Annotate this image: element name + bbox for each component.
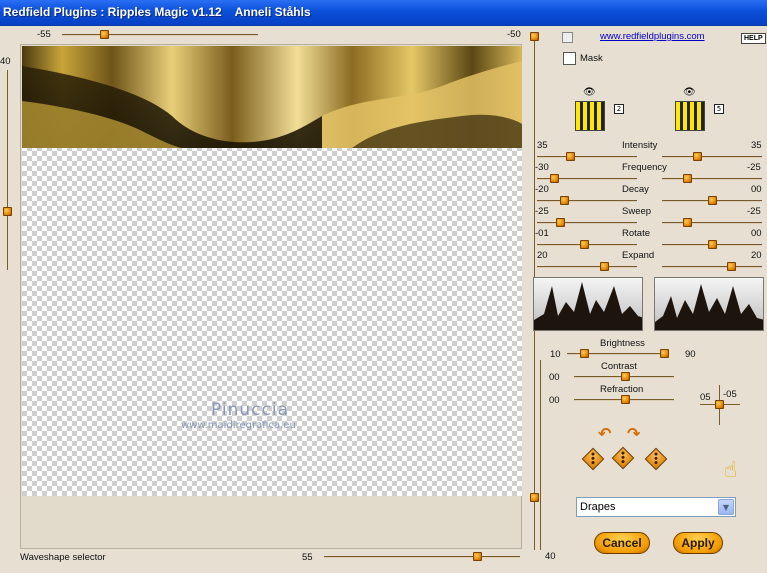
- waveshape-dropdown[interactable]: Drapes ▼: [576, 497, 736, 517]
- left-slider-knob[interactable]: [3, 207, 12, 216]
- expand-label: Expand: [622, 250, 655, 261]
- sweep-left-value: -25: [535, 206, 549, 217]
- decay-left-track[interactable]: [537, 200, 637, 202]
- sweep-left-track[interactable]: [537, 222, 637, 224]
- bottom-slider-value: 55: [302, 552, 313, 563]
- expand-left-track[interactable]: [537, 266, 637, 268]
- pointing-hand-icon: ☝: [724, 458, 738, 483]
- intensity-label: Intensity: [622, 140, 658, 151]
- canvas-right-vslider-bottom-knob[interactable]: [530, 493, 539, 502]
- apply-button[interactable]: Apply: [673, 532, 723, 554]
- preview-canvas[interactable]: Pinuccia www.maidiregrafica.eu: [20, 44, 522, 549]
- sweep-left-knob[interactable]: [556, 218, 565, 227]
- wave-swatch-left[interactable]: [575, 101, 605, 131]
- frequency-left-knob[interactable]: [550, 174, 559, 183]
- random-dice-left-icon[interactable]: [581, 447, 605, 471]
- top-slider-left-value: -55: [37, 29, 51, 40]
- xy-y-value: -05: [723, 389, 737, 400]
- waveshape-selector-label: Waveshape selector: [20, 552, 106, 563]
- watermark-url: www.maidiregrafica.eu: [181, 420, 296, 431]
- waveshape-preview-left[interactable]: [533, 277, 643, 331]
- lighting-vslider-track[interactable]: [540, 360, 541, 550]
- expand-right-value: 20: [751, 250, 762, 261]
- watermark-name: Pinuccia: [211, 400, 289, 420]
- website-link[interactable]: www.redfieldplugins.com: [600, 31, 705, 42]
- contrast-label: Contrast: [601, 361, 637, 372]
- mask-checkbox[interactable]: [563, 52, 576, 65]
- brightness-left-value: 10: [550, 349, 561, 360]
- frequency-right-value: -25: [747, 162, 761, 173]
- brightness-left-knob[interactable]: [580, 349, 589, 358]
- rotate-left-icon[interactable]: ↶: [598, 424, 611, 443]
- wave-swatch-right[interactable]: [675, 101, 705, 131]
- waveshape-preview-right[interactable]: [654, 277, 764, 331]
- mask-label: Mask: [580, 53, 603, 64]
- frequency-right-knob[interactable]: [683, 174, 692, 183]
- top-slider-knob[interactable]: [100, 30, 109, 39]
- window-title: Redfield Plugins : Ripples Magic v1.12 A…: [3, 5, 311, 19]
- swatch-left-tag: 2: [614, 104, 624, 114]
- rotate-right-value: 00: [751, 228, 762, 239]
- help-button[interactable]: HELP: [741, 33, 766, 44]
- intensity-right-knob[interactable]: [693, 152, 702, 161]
- top-slider-right-value: -50: [507, 29, 521, 40]
- left-slider-value: 40: [0, 56, 11, 67]
- frequency-right-track[interactable]: [662, 178, 762, 180]
- frequency-label: Frequency: [622, 162, 667, 173]
- chevron-down-icon[interactable]: ▼: [718, 499, 734, 515]
- decay-left-value: -20: [535, 184, 549, 195]
- left-slider-track[interactable]: [7, 70, 8, 270]
- waveshape-dropdown-value: Drapes: [580, 501, 616, 513]
- xy-x-value: 05: [700, 392, 711, 403]
- rotate-label: Rotate: [622, 228, 650, 239]
- intensity-left-value: 35: [537, 140, 548, 151]
- rotate-right-knob[interactable]: [708, 240, 717, 249]
- contrast-value: 00: [549, 372, 560, 383]
- sweep-label: Sweep: [622, 206, 652, 217]
- rotate-left-value: -01: [535, 228, 549, 239]
- decay-label: Decay: [622, 184, 649, 195]
- sweep-right-track[interactable]: [662, 222, 762, 224]
- contrast-knob[interactable]: [621, 372, 630, 381]
- decay-right-knob[interactable]: [708, 196, 717, 205]
- title-bar: Redfield Plugins : Ripples Magic v1.12 A…: [0, 0, 767, 26]
- sweep-right-value: -25: [747, 206, 761, 217]
- bottom-slider-knob[interactable]: [473, 552, 482, 561]
- cancel-button[interactable]: Cancel: [594, 532, 650, 554]
- frequency-left-value: -30: [535, 162, 549, 173]
- expand-right-knob[interactable]: [727, 262, 736, 271]
- refraction-knob[interactable]: [621, 395, 630, 404]
- decay-left-knob[interactable]: [560, 196, 569, 205]
- refraction-value: 00: [549, 395, 560, 406]
- bottom-slider-track[interactable]: [324, 556, 520, 558]
- eye-icon-left[interactable]: 👁: [583, 87, 596, 98]
- xy-light-knob[interactable]: [715, 400, 724, 409]
- brightness-right-value: 90: [685, 349, 696, 360]
- expand-right-track[interactable]: [662, 266, 762, 268]
- random-dice-center-icon[interactable]: [611, 446, 635, 470]
- reset-icon[interactable]: [562, 32, 573, 43]
- swatch-right-tag: 5: [714, 104, 724, 114]
- brightness-label: Brightness: [600, 338, 645, 349]
- expand-left-knob[interactable]: [600, 262, 609, 271]
- sweep-right-knob[interactable]: [683, 218, 692, 227]
- rotate-left-knob[interactable]: [580, 240, 589, 249]
- eye-icon-right[interactable]: 👁: [683, 87, 696, 98]
- intensity-right-track[interactable]: [662, 156, 762, 158]
- right-vslider-value: 40: [545, 551, 556, 562]
- top-slider-track[interactable]: [62, 34, 258, 36]
- decay-right-value: 00: [751, 184, 762, 195]
- rotate-right-icon[interactable]: ↷: [627, 424, 640, 443]
- intensity-left-track[interactable]: [537, 156, 637, 158]
- canvas-right-vslider-top-knob[interactable]: [530, 32, 539, 41]
- ripple-preview-image: [22, 46, 522, 148]
- brightness-right-knob[interactable]: [660, 349, 669, 358]
- intensity-right-value: 35: [751, 140, 762, 151]
- random-dice-right-icon[interactable]: [644, 447, 668, 471]
- intensity-left-knob[interactable]: [566, 152, 575, 161]
- refraction-label: Refraction: [600, 384, 644, 395]
- expand-left-value: 20: [537, 250, 548, 261]
